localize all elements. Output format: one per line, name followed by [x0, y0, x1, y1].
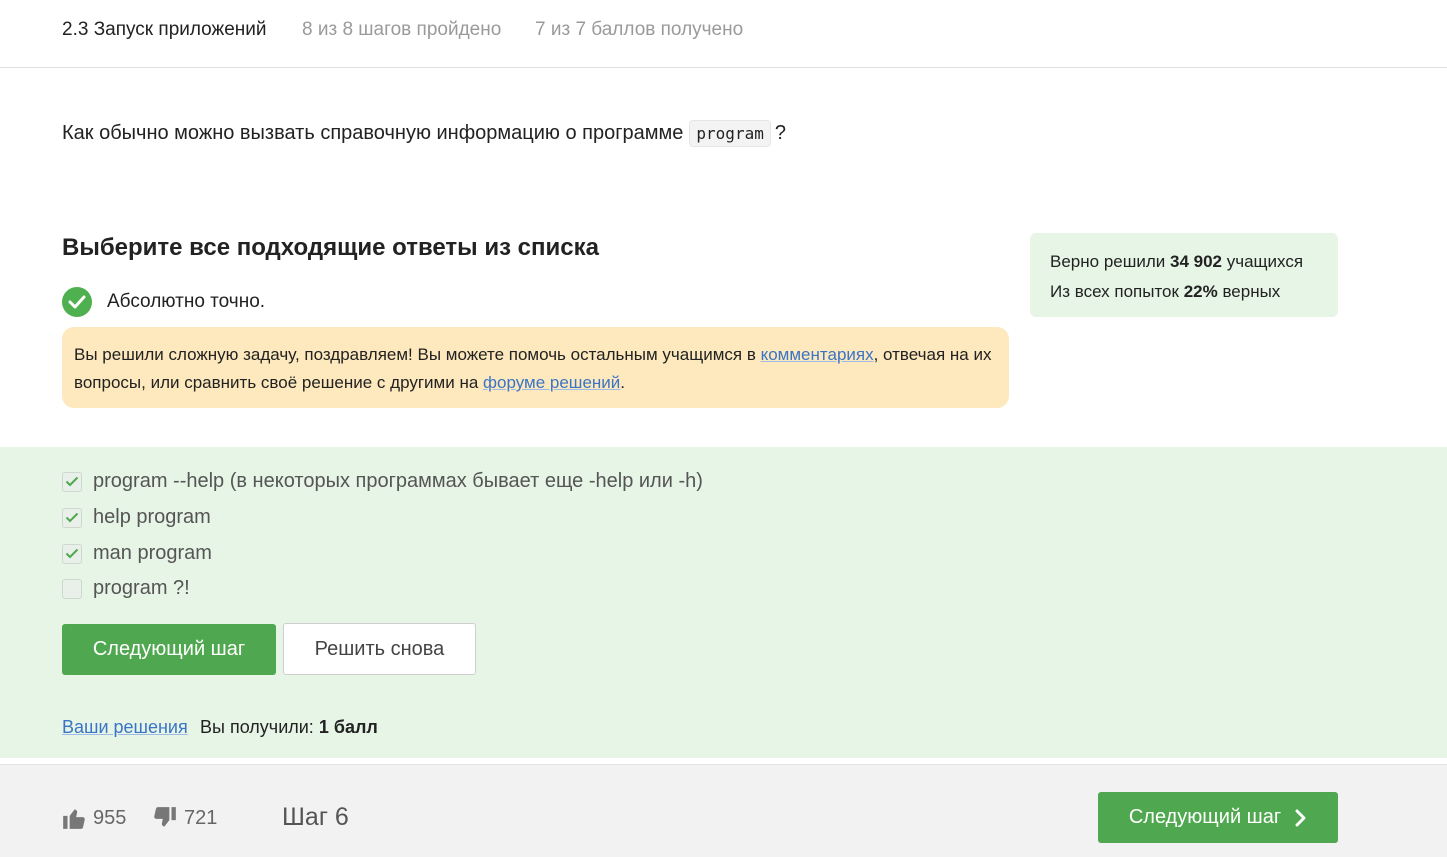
congrats-text-1: Вы решили сложную задачу, поздравляем! В… [74, 345, 761, 364]
solved-prefix: Верно решили [1050, 252, 1170, 271]
checkmark-icon [65, 476, 79, 487]
points-progress: 7 из 7 баллов получено [535, 19, 744, 40]
result-status: Абсолютно точно. [62, 287, 265, 317]
score-prefix: Вы получили: [200, 717, 319, 737]
solved-count: 34 902 [1170, 252, 1222, 271]
answer-option[interactable]: program --help (в некоторых программах б… [62, 470, 703, 493]
question-code: program [689, 120, 771, 147]
thumbs-up-icon [63, 809, 85, 829]
solved-suffix: учащихся [1222, 252, 1304, 271]
chevron-right-icon [1295, 809, 1307, 827]
like-button[interactable]: 955 [61, 805, 126, 831]
congrats-notice: Вы решили сложную задачу, поздравляем! В… [62, 327, 1009, 408]
checkbox-checked[interactable] [62, 507, 82, 528]
your-solutions-link[interactable]: Ваши решения [62, 717, 188, 738]
footer-next-step-button[interactable]: Следующий шаг [1098, 792, 1338, 843]
next-step-button[interactable]: Следующий шаг [62, 624, 276, 675]
step-label: Шаг 6 [282, 803, 349, 831]
checkbox-checked[interactable] [62, 543, 82, 564]
attempts-suffix: верных [1217, 282, 1281, 301]
thumbs-down-icon [154, 807, 176, 827]
congrats-text-3: . [620, 373, 626, 392]
step-footer: 955 721 Шаг 6 Следующий шаг [0, 764, 1447, 857]
stats-panel: Верно решили 34 902 учащихся Из всех поп… [1030, 233, 1338, 317]
answers-panel [0, 447, 1447, 758]
solve-again-button[interactable]: Решить снова [283, 623, 476, 675]
option-label: program --help (в некоторых программах б… [93, 470, 703, 492]
like-count: 955 [93, 806, 127, 829]
solved-stat: Верно решили 34 902 учащихся [1050, 247, 1318, 277]
checkbox-checked[interactable] [62, 471, 82, 492]
footer-next-label: Следующий шаг [1128, 806, 1282, 828]
solutions-forum-link[interactable]: форуме решений [483, 373, 620, 392]
checkmark-icon [65, 548, 79, 559]
lesson-title[interactable]: 2.3 Запуск приложений [62, 19, 267, 41]
success-check-icon [62, 287, 92, 317]
score-text: Вы получили: 1 балл [200, 717, 378, 738]
result-text: Абсолютно точно. [107, 291, 266, 312]
comments-link[interactable]: комментариях [761, 345, 874, 364]
task-title: Выберите все подходящие ответы из списка [62, 234, 599, 261]
answer-option[interactable]: help program [62, 506, 211, 529]
question-suffix: ? [774, 122, 786, 144]
answer-option[interactable]: program ?! [62, 577, 190, 600]
dislike-count: 721 [184, 806, 218, 829]
lesson-header: 2.3 Запуск приложений 8 из 8 шагов пройд… [0, 0, 1447, 68]
checkbox-unchecked[interactable] [62, 578, 82, 599]
option-label: man program [93, 542, 212, 564]
option-label: help program [93, 506, 211, 528]
question-text: Как обычно можно вызвать справочную инфо… [62, 120, 786, 147]
score-value: 1 балл [318, 717, 378, 737]
dislike-button[interactable]: 721 [152, 805, 217, 831]
attempts-stat: Из всех попыток 22% верных [1050, 277, 1318, 307]
attempts-percent: 22% [1183, 282, 1218, 301]
steps-progress: 8 из 8 шагов пройдено [302, 19, 502, 40]
answer-option[interactable]: man program [62, 542, 212, 565]
question-body: Как обычно можно вызвать справочную инфо… [62, 122, 684, 144]
attempts-prefix: Из всех попыток [1050, 282, 1184, 301]
checkmark-icon [65, 512, 79, 523]
option-label: program ?! [93, 577, 190, 599]
